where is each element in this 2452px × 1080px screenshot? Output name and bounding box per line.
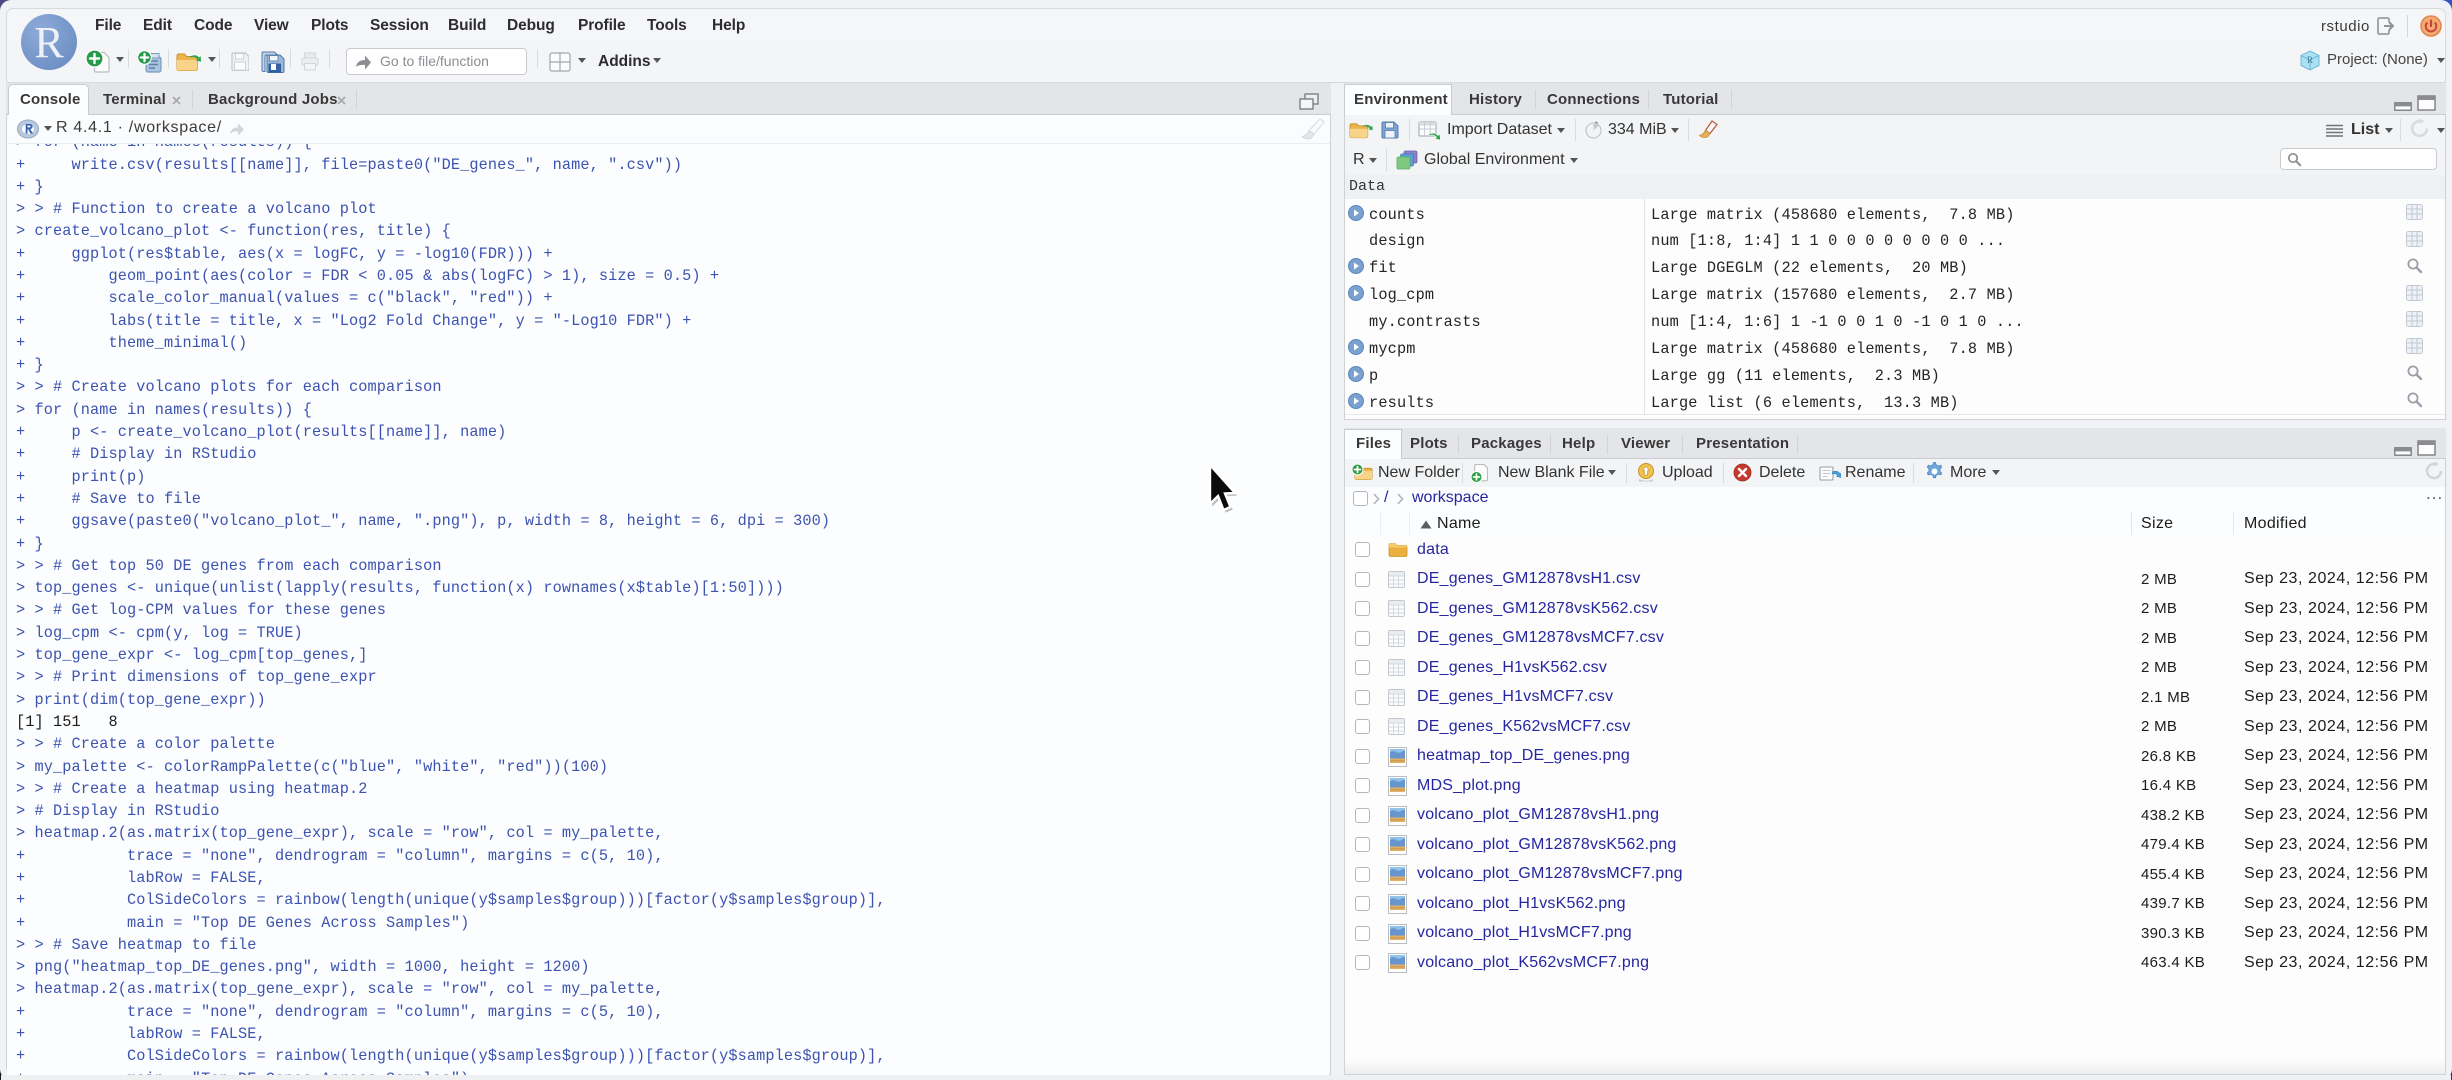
- svg-text:R: R: [2307, 55, 2313, 65]
